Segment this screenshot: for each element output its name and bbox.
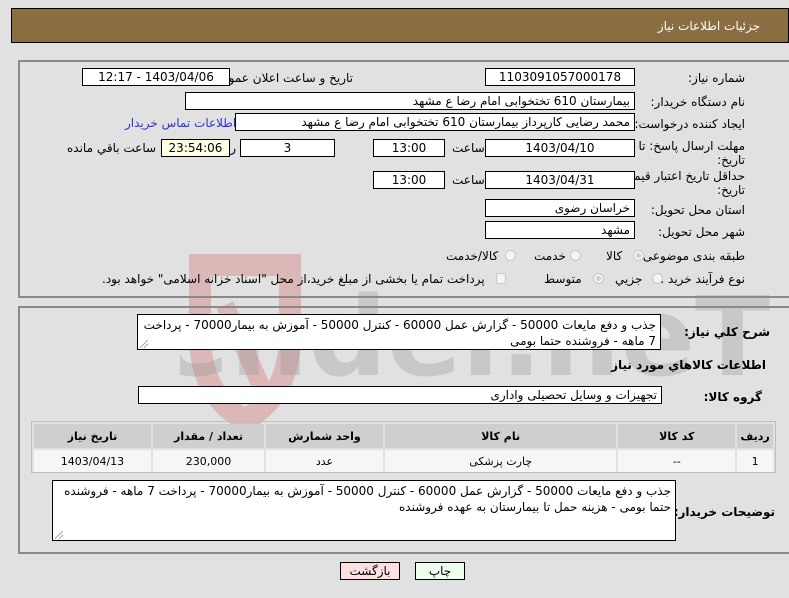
remaining-label: ساعت باقي مانده [67, 141, 157, 155]
page-header: جزئیات اطلاعات نیاز [11, 8, 789, 43]
treasury-note: پرداخت تمام یا بخشی از مبلغ خرید،از محل … [102, 272, 485, 286]
purchase-option-medium: متوسط [544, 272, 582, 286]
requester-field: محمد رضایی کارپرداز بیمارستان 610 تختخوا… [235, 113, 635, 131]
need-number-field: 1103091057000178 [485, 68, 635, 86]
resize-grip-icon[interactable] [55, 531, 63, 539]
reply-deadline-label-2: تاریخ: [717, 153, 745, 167]
description-textarea[interactable]: جذب و دفع مایعات 50000 - گزارش عمل 60000… [137, 314, 661, 350]
price-validity-time: 13:00 [373, 171, 445, 189]
category-option-goods-service: کالا/خدمت [446, 249, 499, 263]
goods-group-label: گروه کالا: [703, 390, 762, 404]
category-option-goods: کالا [606, 249, 623, 263]
requester-label: ایجاد کننده درخواست: [634, 117, 745, 131]
purchase-radio-medium[interactable] [593, 273, 604, 284]
goods-group-field: تجهیزات و وسایل تحصیلی واداری [138, 386, 662, 404]
buyer-org-field: بیمارستان 610 تختخوابی امام رضا ع مشهد [185, 92, 635, 110]
col-row: ردیف [737, 424, 773, 448]
announce-datetime-field: 1403/04/06 - 12:17 [82, 68, 230, 86]
buyer-notes-textarea[interactable]: جذب و دفع مایعات 50000 - گزارش عمل 60000… [52, 480, 676, 541]
category-option-service: خدمت [534, 249, 566, 263]
remaining-days-field: 3 [240, 139, 335, 157]
description-text: جذب و دفع مایعات 50000 - گزارش عمل 60000… [143, 318, 656, 348]
price-time-label: ساعت [452, 173, 485, 187]
col-date: تاریخ نیاز [34, 424, 151, 448]
province-label: استان محل تحویل: [650, 203, 745, 217]
table-row: 1 -- چارت پزشکی عدد 230,000 1403/04/13 [34, 450, 773, 472]
buyer-notes-text: جذب و دفع مایعات 50000 - گزارش عمل 60000… [64, 484, 671, 514]
city-field: مشهد [485, 221, 635, 239]
page-title: جزئیات اطلاعات نیاز [657, 19, 760, 33]
purchase-option-minor: جزیي [615, 272, 643, 286]
cell-date: 1403/04/13 [34, 450, 151, 472]
print-button[interactable]: چاپ [415, 562, 465, 580]
cell-code: -- [618, 450, 736, 472]
reply-deadline-date: 1403/04/10 [485, 139, 635, 157]
reply-deadline-time: 13:00 [373, 139, 445, 157]
city-label: شهر محل تحویل: [658, 225, 745, 239]
price-validity-label-2: تاریخ: [717, 183, 745, 197]
category-label: طبقه بندی موضوعی: [638, 249, 745, 263]
treasury-checkbox[interactable] [496, 273, 506, 284]
province-field: خراسان رضوی [485, 199, 635, 217]
col-unit: واحد شمارش [266, 424, 383, 448]
cell-name: چارت پزشکی [384, 450, 617, 472]
col-name: نام کالا [384, 424, 617, 448]
category-radio-service[interactable] [570, 250, 581, 261]
purchase-type-label: نوع فرآیند خرید : [660, 272, 745, 286]
cell-unit: عدد [266, 450, 383, 472]
description-label: شرح کلي نیاز: [684, 325, 770, 339]
category-radio-goods-service[interactable] [505, 250, 516, 261]
purchase-radio-minor[interactable] [652, 273, 663, 284]
category-radio-goods[interactable] [633, 250, 644, 261]
items-table-header: ردیف کد کالا نام کالا واحد شمارش تعداد /… [34, 424, 773, 448]
col-quantity: تعداد / مقدار [152, 424, 265, 448]
remaining-time-field: 23:54:06 [161, 139, 230, 157]
need-number-label: شماره نیاز: [688, 71, 745, 85]
items-section-title: اطلاعات کالاهاي مورد نیاز [611, 358, 766, 372]
items-table: ردیف کد کالا نام کالا واحد شمارش تعداد /… [32, 422, 775, 474]
price-validity-date: 1403/04/31 [485, 171, 635, 189]
buyer-contact-link[interactable]: اطلاعات تماس خریدار [125, 116, 236, 130]
reply-time-label: ساعت [452, 141, 485, 155]
buyer-org-label: نام دستگاه خریدار: [650, 95, 746, 109]
col-code: کد کالا [618, 424, 736, 448]
cell-quantity: 230,000 [152, 450, 265, 472]
buyer-notes-label: توضیحات خریدار: [673, 505, 775, 519]
resize-grip-icon[interactable] [140, 340, 148, 348]
cell-row: 1 [737, 450, 773, 472]
reply-deadline-label: مهلت ارسال پاسخ: تا [638, 139, 745, 153]
back-button[interactable]: بازگشت [340, 562, 400, 580]
